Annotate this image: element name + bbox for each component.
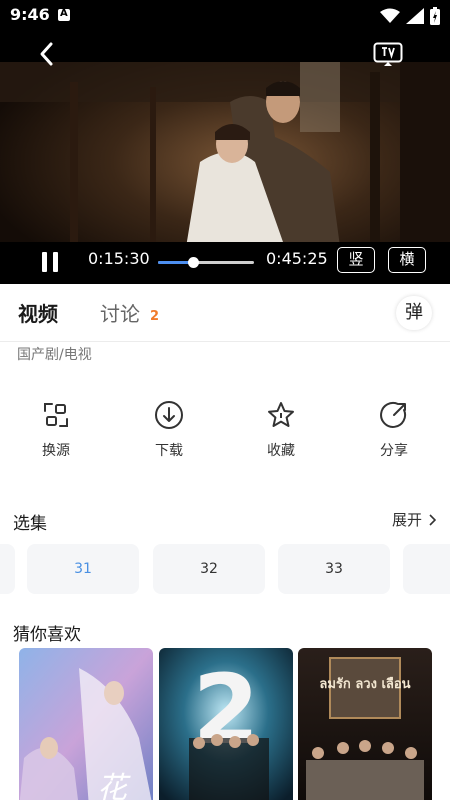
share-label: 分享 [380,443,408,459]
episode-item-next[interactable] [403,544,450,594]
recommendations-title: 猜你喜欢 [13,625,81,645]
wifi-icon [380,8,400,23]
action-row: 换源 下载 收藏 分享 [0,392,450,472]
episode-item-prev[interactable] [0,544,15,594]
expand-episodes-button[interactable]: 展开 [392,509,436,530]
poster-1-title: 花 [97,771,131,800]
landscape-button[interactable]: 横 [388,247,426,273]
total-time: 0:45:25 [266,249,328,268]
status-bar: 9:46 [0,0,450,32]
share-icon [380,401,407,428]
episodes-title: 选集 [13,514,47,534]
switch-source-icon [44,403,68,427]
recommendation-list: 花 2 ลมรัก ลวง เลือน [0,648,450,800]
tab-discuss[interactable]: 讨论 [100,298,140,327]
chevron-right-icon [429,513,436,526]
episode-item-31[interactable]: 31 [27,544,139,594]
episode-item-32[interactable]: 32 [153,544,265,594]
pause-icon[interactable] [40,252,60,272]
portrait-button[interactable]: 竖 [337,247,375,273]
tab-video[interactable]: 视频 [18,298,58,327]
detail-tabs: 视频 讨论 2 弹 [0,284,450,342]
danmaku-button[interactable]: 弹 [396,296,432,330]
favorite-label: 收藏 [267,443,295,459]
episode-list: 31 32 33 [0,544,450,594]
tv-cast-icon[interactable] [373,42,403,68]
poster-2[interactable]: 2 [159,648,293,800]
genre-label: 国产剧/电视 [17,347,92,363]
discuss-count-badge: 2 [150,309,160,324]
player-controls: 0:15:30 0:45:25 竖 横 [0,242,450,284]
poster-3-title: ลมรัก ลวง เลือน [319,676,410,692]
current-time: 0:15:30 [88,249,150,268]
seek-thumb[interactable] [187,257,199,268]
seek-bar[interactable] [158,257,254,269]
share-button[interactable]: 分享 [354,392,434,472]
signal-icon [406,8,424,24]
back-arrow-icon[interactable] [36,40,60,68]
status-icons [380,6,440,26]
episode-item-33[interactable]: 33 [278,544,390,594]
expand-label: 展开 [391,511,422,529]
video-player[interactable]: 0:15:30 0:45:25 竖 横 [0,32,450,284]
notification-a-icon [58,8,70,21]
poster-3[interactable]: ลมรัก ลวง เลือน [298,648,432,800]
poster-1[interactable]: 花 [19,648,153,800]
download-icon [155,401,183,429]
download-button[interactable]: 下载 [129,392,209,472]
favorite-button[interactable]: 收藏 [241,392,321,472]
switch-source-label: 换源 [42,443,70,459]
battery-icon [430,7,440,25]
download-label: 下载 [155,443,183,459]
star-icon [268,402,294,427]
switch-source-button[interactable]: 换源 [16,392,96,472]
status-time: 9:46 [10,5,50,24]
